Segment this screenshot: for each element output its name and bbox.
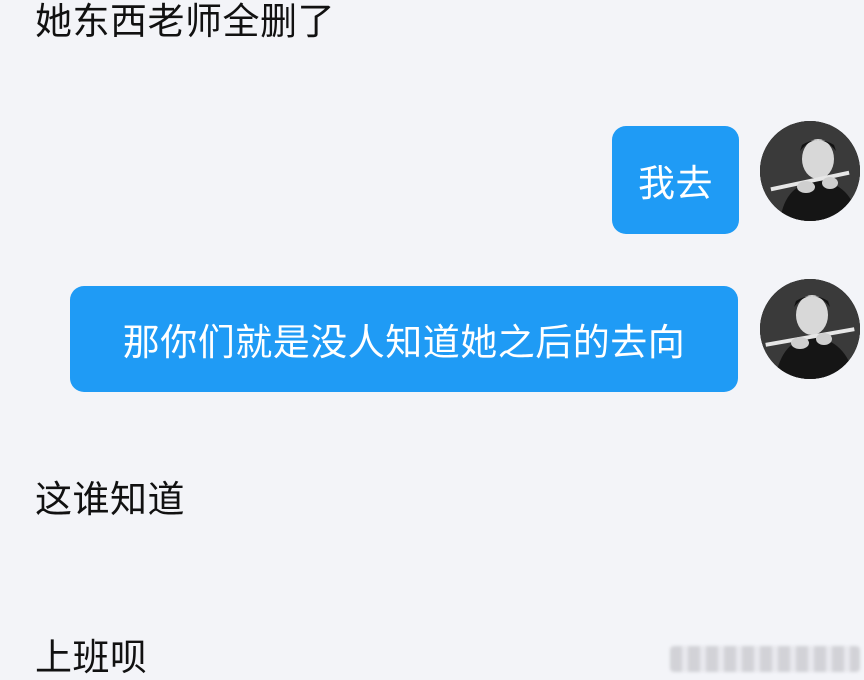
outgoing-message-bubble[interactable]: 那你们就是没人知道她之后的去向	[70, 286, 738, 392]
incoming-message[interactable]: 上班呗	[35, 636, 148, 680]
user-avatar[interactable]	[760, 279, 860, 379]
outgoing-message-bubble[interactable]: 我去	[612, 126, 739, 234]
avatar-photo-icon	[760, 121, 860, 221]
avatar-photo-icon	[760, 279, 860, 379]
incoming-message[interactable]: 她东西老师全删了	[35, 0, 335, 44]
user-avatar[interactable]	[760, 121, 860, 221]
blurred-watermark	[670, 646, 860, 672]
chat-conversation: 她东西老师全删了 我去 那你们就是没人知道她之后的去向 这谁知道 上班呗	[0, 0, 864, 680]
outgoing-message-text: 那你们就是没人知道她之后的去向	[122, 321, 686, 364]
outgoing-message-text: 我去	[638, 162, 713, 205]
incoming-message[interactable]: 这谁知道	[35, 478, 185, 522]
